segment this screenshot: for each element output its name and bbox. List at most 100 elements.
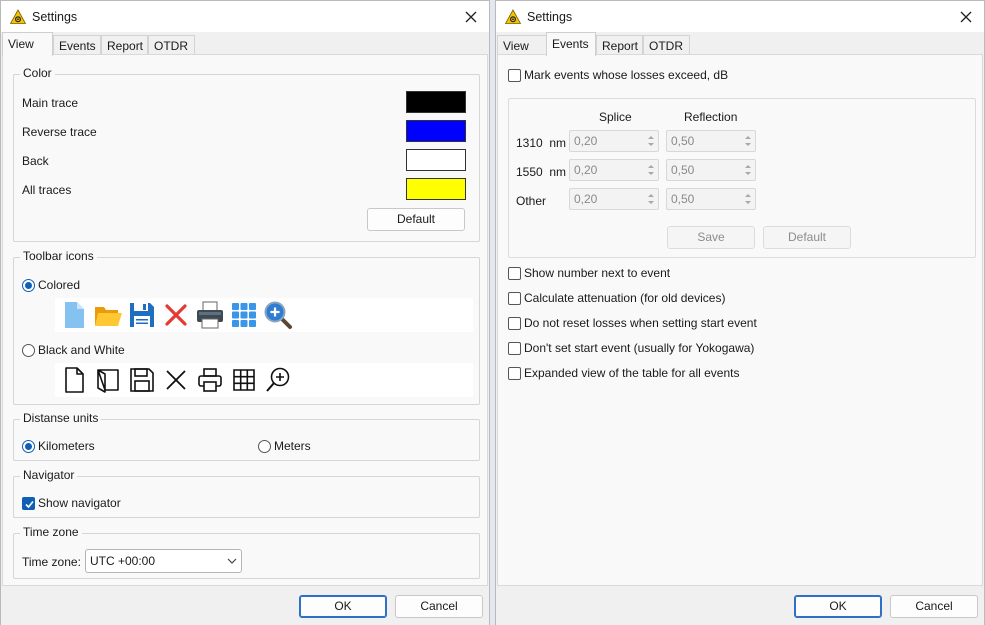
close-icon[interactable]	[459, 5, 483, 29]
time-zone-group: Time zone Time zone: UTC +00:00	[13, 525, 480, 579]
reflection-other-spinbox[interactable]: 0,50	[666, 188, 756, 210]
do-not-reset-losses-label: Do not reset losses when setting start e…	[524, 316, 757, 330]
dont-set-start-event-checkbox[interactable]	[508, 342, 521, 355]
save-button[interactable]: Save	[667, 226, 755, 249]
save-icon	[130, 303, 154, 327]
kilometers-radio[interactable]	[22, 440, 35, 453]
checkmark-icon	[25, 500, 34, 509]
new-file-icon	[65, 367, 84, 393]
cancel-button[interactable]: Cancel	[890, 595, 978, 618]
spin-arrows-icon[interactable]	[645, 190, 657, 208]
show-navigator-checkbox[interactable]	[22, 497, 35, 510]
reflection-1310-spinbox[interactable]: 0,50	[666, 130, 756, 152]
tab-bar: View Events Report OTDR	[496, 32, 984, 56]
spin-value: 0,20	[574, 163, 598, 177]
mark-events-label: Mark events whose losses exceed, dB	[524, 68, 729, 82]
spin-arrows-icon[interactable]	[742, 161, 754, 179]
main-trace-label: Main trace	[22, 96, 79, 110]
expanded-view-label: Expanded view of the table for all event…	[524, 366, 740, 380]
splice-1550-spinbox[interactable]: 0,20	[569, 159, 659, 181]
calculate-attenuation-checkbox[interactable]	[508, 292, 521, 305]
close-icon[interactable]	[954, 5, 978, 29]
thresholds-default-button[interactable]: Default	[763, 226, 851, 249]
time-zone-group-title: Time zone	[20, 525, 82, 539]
spin-arrows-icon[interactable]	[742, 132, 754, 150]
loss-thresholds-panel: Splice Reflection 1310 nm 0,20 0,50 1550…	[508, 98, 976, 258]
tab-report[interactable]: Report	[101, 35, 148, 55]
delete-icon	[165, 304, 187, 326]
tab-otdr[interactable]: OTDR	[148, 35, 195, 55]
mark-events-checkbox[interactable]	[508, 69, 521, 82]
zoom-in-icon	[266, 367, 290, 392]
view-tab-page: Color Main trace Reverse trace Back All …	[2, 54, 488, 586]
all-traces-label: All traces	[22, 183, 72, 197]
black-and-white-radio[interactable]	[22, 344, 35, 357]
row-other-label: Other	[516, 194, 547, 208]
ok-button[interactable]: OK	[299, 595, 387, 618]
spin-value: 0,20	[574, 134, 598, 148]
expanded-view-checkbox[interactable]	[508, 367, 521, 380]
navigator-group: Navigator Show navigator	[13, 468, 480, 518]
toolbar-icons-group-title: Toolbar icons	[20, 249, 97, 263]
spin-arrows-icon[interactable]	[645, 132, 657, 150]
spin-value: 0,50	[671, 134, 695, 148]
print-icon	[198, 368, 222, 392]
all-traces-color-swatch[interactable]	[406, 178, 466, 200]
tab-otdr[interactable]: OTDR	[643, 35, 690, 55]
grid-icon	[233, 369, 255, 391]
reflection-1550-spinbox[interactable]: 0,50	[666, 159, 756, 181]
distance-units-group: Distanse units Kilometers Meters	[13, 411, 480, 461]
reflection-column-header: Reflection	[684, 110, 738, 124]
splice-column-header: Splice	[599, 110, 632, 124]
show-navigator-label: Show navigator	[38, 496, 121, 510]
color-group-title: Color	[20, 66, 55, 80]
ok-button[interactable]: OK	[794, 595, 882, 618]
cancel-button[interactable]: Cancel	[395, 595, 483, 618]
do-not-reset-losses-checkbox[interactable]	[508, 317, 521, 330]
kilometers-label: Kilometers	[38, 439, 95, 453]
tab-bar: View Events Report OTDR	[1, 32, 489, 56]
show-number-label: Show number next to event	[524, 266, 671, 280]
title-bar: Settings	[496, 1, 984, 32]
time-zone-select[interactable]: UTC +00:00	[85, 549, 242, 573]
back-color-swatch[interactable]	[406, 149, 466, 171]
grid-icon	[232, 303, 256, 327]
row-1310-label: 1310 nm	[516, 136, 567, 150]
spin-arrows-icon[interactable]	[645, 161, 657, 179]
reverse-trace-color-swatch[interactable]	[406, 120, 466, 142]
black-and-white-label: Black and White	[38, 343, 125, 357]
main-trace-color-swatch[interactable]	[406, 91, 466, 113]
distance-units-group-title: Distanse units	[20, 411, 102, 425]
warning-icon	[10, 9, 26, 24]
settings-dialog-events: Settings View Events Report OTDR Mark ev…	[495, 0, 985, 625]
tab-events[interactable]: Events	[53, 35, 101, 55]
open-folder-icon	[95, 307, 122, 326]
show-number-checkbox[interactable]	[508, 267, 521, 280]
dont-set-start-event-label: Don't set start event (usually for Yokog…	[524, 341, 755, 355]
bw-icons-preview	[55, 363, 473, 397]
navigator-group-title: Navigator	[20, 468, 78, 482]
tab-view[interactable]: View	[497, 35, 547, 55]
color-group: Color Main trace Reverse trace Back All …	[13, 66, 480, 242]
print-icon	[197, 301, 223, 329]
calculate-attenuation-label: Calculate attenuation (for old devices)	[524, 291, 726, 305]
reverse-trace-label: Reverse trace	[22, 125, 97, 139]
colored-radio[interactable]	[22, 279, 35, 292]
meters-label: Meters	[274, 439, 311, 453]
spin-value: 0,50	[671, 192, 695, 206]
delete-icon	[166, 370, 186, 390]
splice-1310-spinbox[interactable]: 0,20	[569, 130, 659, 152]
events-tab-page: Mark events whose losses exceed, dB Spli…	[497, 54, 983, 586]
save-icon	[130, 368, 154, 392]
tab-report[interactable]: Report	[596, 35, 643, 55]
spin-arrows-icon[interactable]	[742, 190, 754, 208]
toolbar-icons-group: Toolbar icons Colored Black and White	[13, 249, 480, 405]
colored-label: Colored	[38, 278, 81, 292]
colored-icons-preview	[55, 298, 473, 332]
tab-view[interactable]: View	[2, 32, 53, 56]
splice-other-spinbox[interactable]: 0,20	[569, 188, 659, 210]
color-default-button[interactable]: Default	[367, 208, 465, 231]
tab-events[interactable]: Events	[546, 32, 596, 56]
zoom-in-icon	[264, 301, 292, 329]
meters-radio[interactable]	[258, 440, 271, 453]
